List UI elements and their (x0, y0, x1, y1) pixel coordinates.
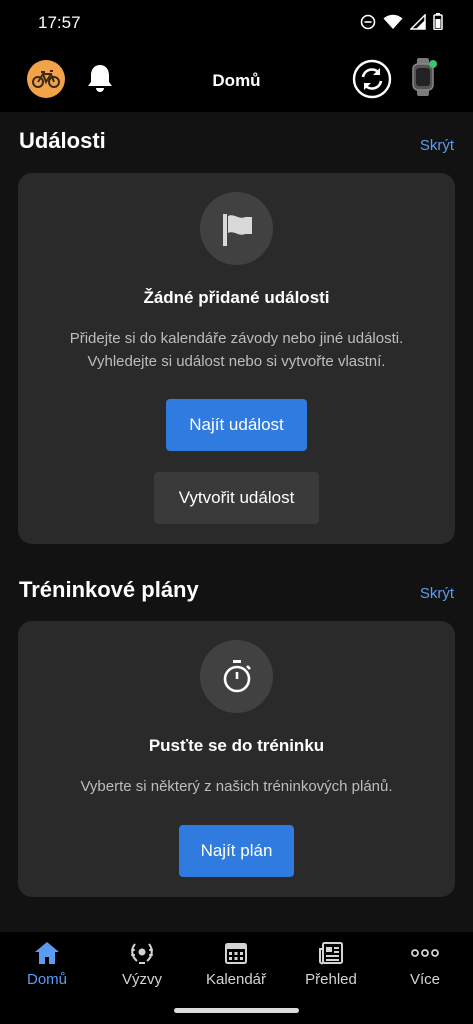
events-empty-text-line1: Přidejte si do kalendáře závody nebo jin… (69, 330, 404, 347)
page-title: Domů (212, 71, 261, 90)
plans-hide-link[interactable]: Skrýt (420, 585, 454, 602)
nav-label-challenges: Výzvy (121, 971, 162, 988)
calendar-icon (225, 943, 247, 964)
sync-icon[interactable] (352, 59, 392, 99)
events-card: Žádné přidané události Přidejte si do ka… (18, 173, 455, 544)
device-watch[interactable] (412, 58, 437, 101)
home-icon (35, 942, 59, 964)
nav-label-calendar: Kalendář (205, 971, 267, 988)
nav-item-overview[interactable]: Přehled (284, 940, 378, 988)
do-not-disturb-icon (360, 14, 376, 29)
wifi-icon (383, 14, 403, 29)
find-plan-button[interactable]: Najít plán (179, 825, 294, 877)
plans-text: Vyberte si některý z našich tréninkových… (80, 778, 393, 795)
nav-label-home: Domů (26, 971, 67, 988)
home-indicator[interactable] (174, 1008, 299, 1013)
app-bar: Domů (0, 46, 473, 112)
status-bar: 17:57 (0, 0, 473, 46)
plans-card: Pusťte se do tréninku Vyberte si některý… (18, 621, 455, 897)
nav-item-more[interactable]: Více (378, 940, 472, 988)
events-hide-link[interactable]: Skrýt (420, 137, 454, 154)
nav-item-home[interactable]: Domů (0, 940, 94, 988)
events-empty-text-line2: Vyhledejte si událost nebo si vytvořte v… (87, 353, 386, 370)
nav-item-challenges[interactable]: Výzvy (95, 940, 189, 988)
create-event-button[interactable]: Vytvořit událost (154, 472, 319, 524)
stopwatch-icon (223, 659, 251, 692)
plans-heading: Pusťte se do tréninku (148, 736, 325, 755)
battery-icon (433, 13, 443, 30)
status-time: 17:57 (38, 13, 81, 32)
flag-icon (222, 213, 252, 246)
nav-label-more: Více (409, 971, 440, 988)
plans-section-title: Tréninkové plány (19, 577, 199, 602)
laurel-icon (131, 943, 153, 964)
flag-icon-circle (200, 192, 273, 265)
nav-item-calendar[interactable]: Kalendář (189, 940, 283, 988)
connected-status-dot (429, 60, 437, 68)
nav-label-overview: Přehled (305, 971, 357, 988)
signal-icon (410, 13, 426, 30)
status-icons (360, 13, 443, 30)
events-section-title: Události (19, 128, 106, 153)
stopwatch-icon-circle (200, 640, 273, 713)
find-event-button[interactable]: Najít událost (166, 399, 307, 451)
events-empty-heading: Žádné přidané události (143, 288, 330, 307)
more-icon (411, 949, 439, 957)
news-icon (319, 942, 343, 965)
